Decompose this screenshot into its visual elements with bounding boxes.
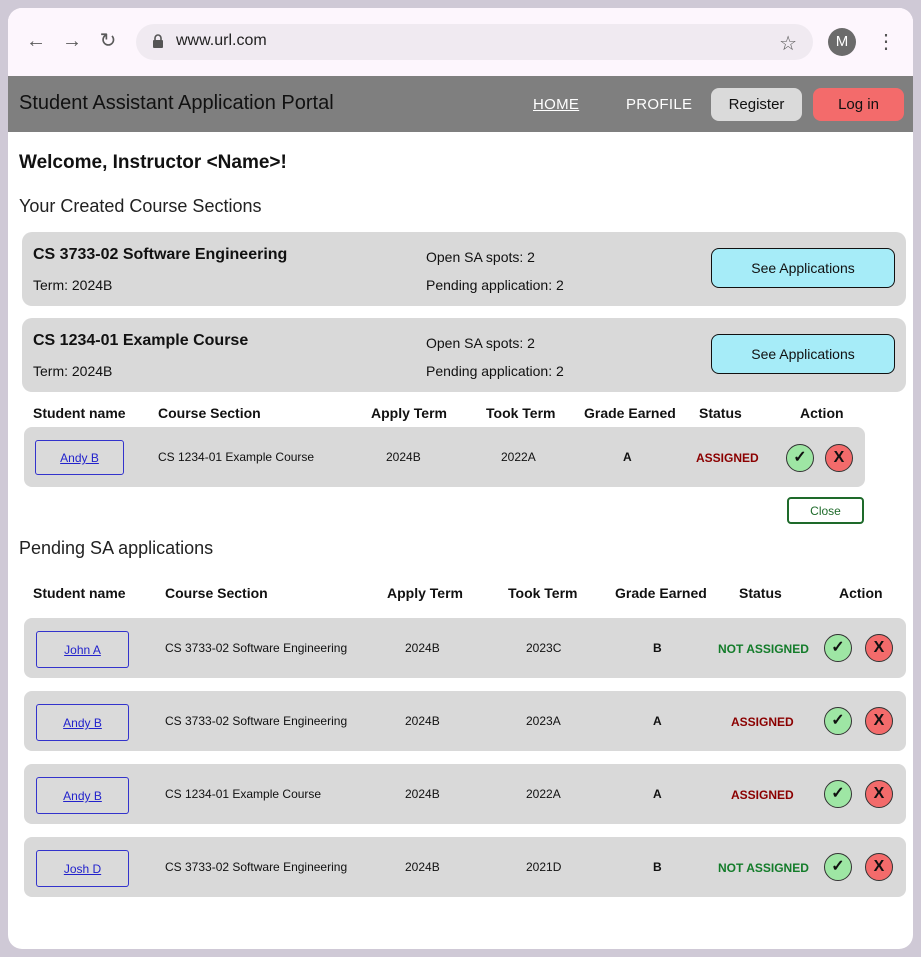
course-card: CS 3733-02 Software Engineering Term: 20… — [22, 232, 906, 306]
apply-term-cell: 2024B — [405, 641, 440, 655]
grade-cell: B — [653, 860, 662, 874]
course-section-cell: CS 3733-02 Software Engineering — [165, 714, 348, 728]
table-row: Andy B CS 1234-01 Example Course 2024B 2… — [24, 427, 865, 487]
reload-icon[interactable]: ↻ — [97, 30, 119, 52]
student-name-link[interactable]: Andy B — [35, 440, 124, 475]
column-header: Took Term — [508, 585, 578, 601]
column-header: Status — [699, 405, 742, 421]
apply-term-cell: 2024B — [386, 450, 421, 464]
table-row: Andy B CS 3733-02 Software Engineering 2… — [24, 691, 906, 751]
column-header: Student name — [33, 405, 126, 421]
table-row: Andy B CS 1234-01 Example Course 2024B 2… — [24, 764, 906, 824]
accept-check-icon[interactable]: ✓ — [824, 780, 852, 808]
grade-cell: A — [653, 787, 662, 801]
pending-count: Pending application: 2 — [426, 363, 564, 379]
column-header: Apply Term — [371, 405, 447, 421]
nav-profile-link[interactable]: PROFILE — [626, 96, 692, 113]
sections-heading: Your Created Course Sections — [19, 196, 262, 216]
login-button[interactable]: Log in — [813, 88, 904, 121]
open-spots: Open SA spots: 2 — [426, 335, 535, 351]
more-menu-icon[interactable]: ⋮ — [876, 28, 896, 56]
table-row: John A CS 3733-02 Software Engineering 2… — [24, 618, 906, 678]
course-name: CS 1234-01 Example Course — [33, 332, 249, 349]
took-term-cell: 2022A — [526, 787, 561, 801]
course-section-cell: CS 1234-01 Example Course — [165, 787, 322, 801]
column-header: Course Section — [165, 585, 268, 601]
status-badge: ASSIGNED — [696, 451, 759, 465]
lock-icon — [153, 34, 163, 48]
accept-check-icon[interactable]: ✓ — [824, 634, 852, 662]
column-header: Status — [739, 585, 782, 601]
forward-arrow-icon[interactable]: → — [61, 30, 83, 52]
reject-x-icon[interactable]: X — [865, 853, 893, 881]
course-section-cell: CS 3733-02 Software Engineering — [165, 641, 348, 655]
status-badge: ASSIGNED — [731, 788, 794, 802]
address-bar[interactable]: www.url.com ☆ — [136, 24, 813, 60]
app-title: Student Assistant Application Portal — [19, 92, 334, 114]
reject-x-icon[interactable]: X — [865, 780, 893, 808]
column-header: Action — [839, 585, 883, 601]
column-header: Student name — [33, 585, 126, 601]
course-section-cell: CS 3733-02 Software Engineering — [165, 860, 348, 874]
url-text: www.url.com — [176, 32, 267, 49]
pending-heading: Pending SA applications — [19, 538, 214, 558]
course-card: CS 1234-01 Example Course Term: 2024B Op… — [22, 318, 906, 392]
register-button[interactable]: Register — [711, 88, 802, 121]
took-term-cell: 2021D — [526, 860, 562, 874]
see-applications-button[interactable]: See Applications — [711, 248, 895, 288]
welcome-heading: Welcome, Instructor <Name>! — [19, 152, 287, 173]
reject-x-icon[interactable]: X — [825, 444, 853, 472]
accept-check-icon[interactable]: ✓ — [824, 707, 852, 735]
table-row: Josh D CS 3733-02 Software Engineering 2… — [24, 837, 906, 897]
browser-window: ← → ↻ www.url.com ☆ M ⋮ Student Assistan… — [8, 8, 913, 949]
grade-cell: A — [653, 714, 662, 728]
accept-check-icon[interactable]: ✓ — [824, 853, 852, 881]
course-name: CS 3733-02 Software Engineering — [33, 246, 288, 263]
app-header: Student Assistant Application Portal HOM… — [8, 76, 913, 132]
grade-cell: A — [623, 450, 632, 464]
column-header: Action — [800, 405, 844, 421]
close-button[interactable]: Close — [787, 497, 864, 524]
student-name-link[interactable]: Andy B — [36, 777, 129, 814]
see-applications-button[interactable]: See Applications — [711, 334, 895, 374]
nav-home-link[interactable]: HOME — [533, 96, 579, 113]
took-term-cell: 2023A — [526, 714, 561, 728]
pending-count: Pending application: 2 — [426, 277, 564, 293]
apply-term-cell: 2024B — [405, 787, 440, 801]
apply-term-cell: 2024B — [405, 860, 440, 874]
took-term-cell: 2023C — [526, 641, 562, 655]
student-name-link[interactable]: John A — [36, 631, 129, 668]
column-header: Apply Term — [387, 585, 463, 601]
open-spots: Open SA spots: 2 — [426, 249, 535, 265]
status-badge: NOT ASSIGNED — [718, 861, 809, 875]
course-section-cell: CS 1234-01 Example Course — [158, 450, 315, 464]
apply-term-cell: 2024B — [405, 714, 440, 728]
bookmark-star-icon[interactable]: ☆ — [779, 31, 797, 56]
course-term: Term: 2024B — [33, 363, 113, 379]
reject-x-icon[interactable]: X — [865, 707, 893, 735]
status-badge: NOT ASSIGNED — [718, 642, 809, 656]
student-name-link[interactable]: Josh D — [36, 850, 129, 887]
took-term-cell: 2022A — [501, 450, 536, 464]
column-header: Grade Earned — [615, 585, 707, 601]
column-header: Took Term — [486, 405, 556, 421]
profile-avatar[interactable]: M — [828, 28, 856, 56]
grade-cell: B — [653, 641, 662, 655]
accept-check-icon[interactable]: ✓ — [786, 444, 814, 472]
reject-x-icon[interactable]: X — [865, 634, 893, 662]
student-name-link[interactable]: Andy B — [36, 704, 129, 741]
column-header: Course Section — [158, 405, 261, 421]
browser-toolbar: ← → ↻ www.url.com ☆ M ⋮ — [8, 8, 913, 76]
back-arrow-icon[interactable]: ← — [25, 30, 47, 52]
column-header: Grade Earned — [584, 405, 676, 421]
course-term: Term: 2024B — [33, 277, 113, 293]
device-frame: ← → ↻ www.url.com ☆ M ⋮ Student Assistan… — [0, 0, 921, 957]
status-badge: ASSIGNED — [731, 715, 794, 729]
